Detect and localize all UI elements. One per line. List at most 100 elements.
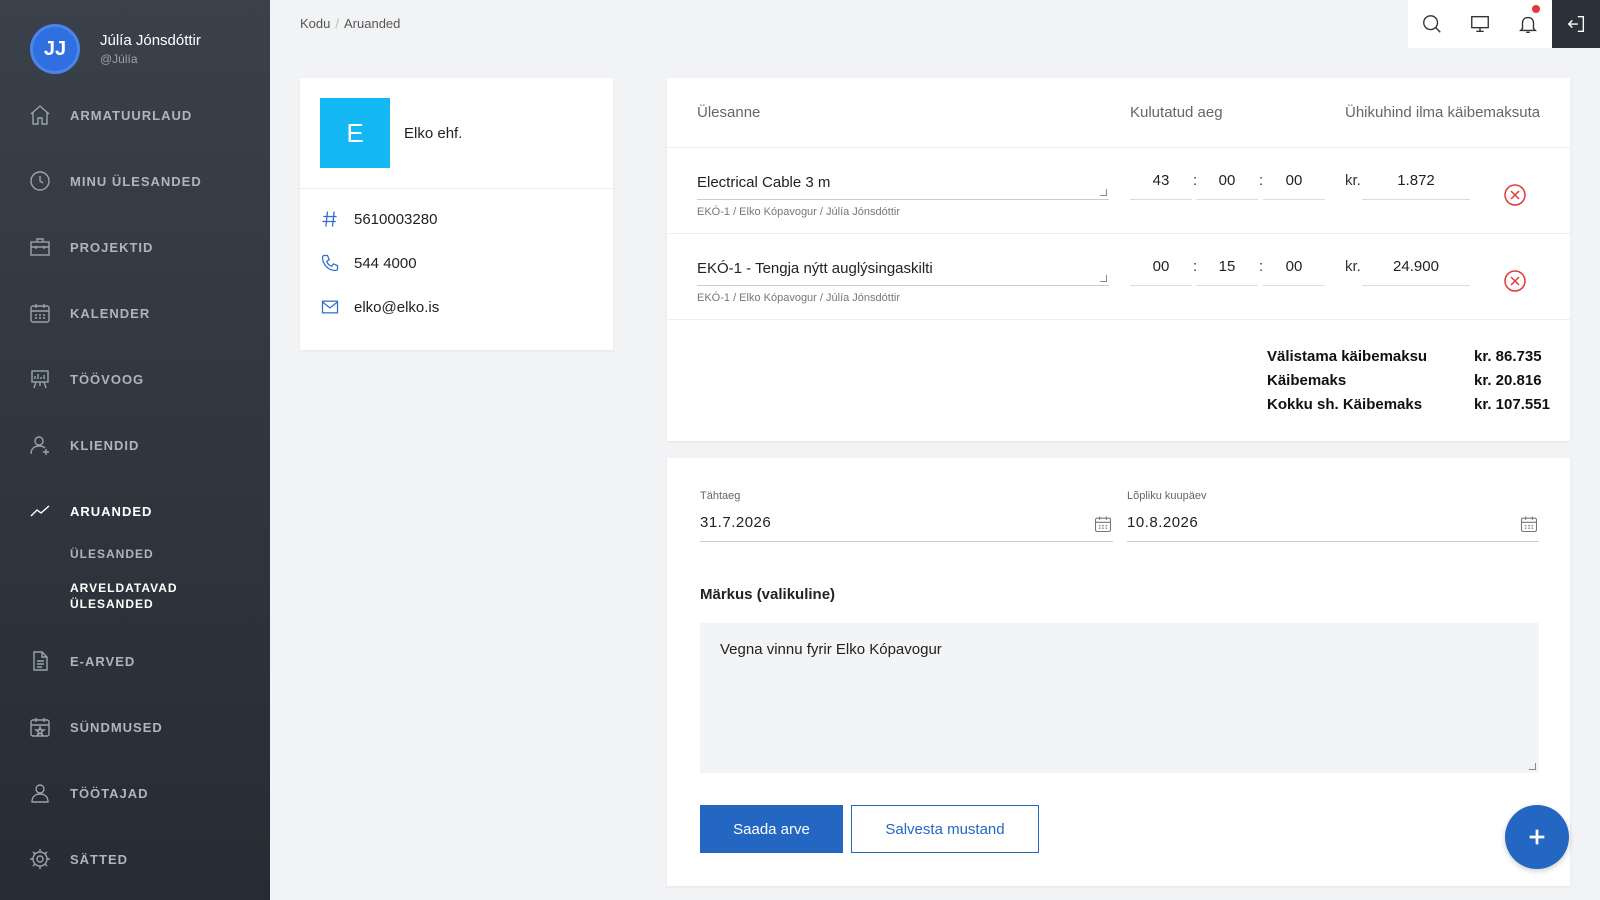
clock-icon [30,171,50,191]
breadcrumb-home[interactable]: Kodu [300,16,330,31]
gear-icon [30,849,50,869]
document-icon [33,651,48,671]
nav-subitem-tasks[interactable]: ÜLESANDED [70,546,230,562]
nav-item-reports[interactable]: ARUANDED [28,496,152,526]
minutes-input[interactable]: 15 [1196,252,1258,286]
currency-label: kr. [1345,172,1361,189]
home-icon [30,105,50,125]
nav-label: SÜNDMUSED [70,719,163,735]
header-time: Kulutatud aeg [1130,104,1223,121]
notification-dot [1532,5,1540,13]
totals-summary: Välistama käibemaksu kr. 86.735 Käibemak… [1267,348,1557,420]
price-input[interactable]: 1.872 [1362,166,1470,200]
nav-item-settings[interactable]: SÄTTED [28,844,128,874]
breadcrumb-current: Aruanded [344,16,401,31]
table-row: Electrical Cable 3 m EKÓ-1 / Elko Kópavo… [667,148,1570,234]
save-draft-button[interactable]: Salvesta mustand [851,805,1039,853]
remove-row-button[interactable] [1503,183,1527,207]
logout-icon [1567,15,1585,33]
customer-id-row: 5610003280 [300,197,613,241]
user-name: Júlía Jónsdóttir [100,32,201,49]
add-button[interactable] [1505,805,1569,869]
notes-textarea[interactable]: Vegna vinnu fyrir Elko Kópavogur [700,623,1539,773]
final-date-input[interactable]: 10.8.2026 [1127,508,1539,542]
employee-icon [31,784,49,803]
nav-item-my-tasks[interactable]: MINU ÜLESANDED [28,166,202,196]
bell-icon [1519,16,1537,33]
vat-value: kr. 20.816 [1474,372,1542,389]
calendar-icon[interactable] [1519,514,1539,534]
total-incl-vat-value: kr. 107.551 [1474,396,1550,413]
currency-label: kr. [1345,258,1361,275]
seconds-input[interactable]: 00 [1263,166,1325,200]
calendar-icon [30,304,50,323]
vat-label: Käibemaks [1267,372,1347,389]
seconds-input[interactable]: 00 [1263,252,1325,286]
total-incl-vat-label: Kokku sh. Käibemaks [1267,396,1423,413]
logout-button[interactable] [1552,0,1600,48]
task-name-input[interactable]: EKÓ-1 - Tengja nýtt auglýsingaskilti [697,254,1109,286]
send-invoice-button[interactable]: Saada arve [700,805,843,853]
total-excl-vat-value: kr. 86.735 [1474,348,1542,365]
billable-tasks-table: Ülesanne Kulutatud aeg Ühikuhind ilma kä… [667,78,1570,441]
nav-subitem-billable-tasks[interactable]: ARVELDATAVAD ÜLESANDED [70,580,230,612]
nav-label: PROJEKTID [70,239,154,255]
nav-label: ARMATUURLAUD [70,107,193,123]
user-icon [30,436,49,455]
customer-name: Elko ehf. [404,124,463,142]
user-handle: @Júlía [100,52,138,66]
phone-icon [321,254,339,272]
due-date-value: 31.7.2026 [700,514,772,531]
task-name-input[interactable]: Electrical Cable 3 m [697,168,1109,200]
hours-input[interactable]: 43 [1130,166,1192,200]
nav-label: KLIENDID [70,437,140,453]
breadcrumb-separator: / [335,16,339,31]
nav-label: ARUANDED [70,503,153,519]
nav-item-workflow[interactable]: TÖÖVOOG [28,364,144,394]
nav-label: SÄTTED [70,851,128,867]
nav-item-clients[interactable]: KLIENDID [28,430,139,460]
briefcase-icon [30,238,50,256]
nav-item-dashboard[interactable]: ARMATUURLAUD [28,100,192,130]
sidebar: JJ Júlía Jónsdóttir @Júlía ARMATUURLAUD … [0,0,270,900]
remove-row-button[interactable] [1503,269,1527,293]
nav-item-einvoices[interactable]: E-ARVED [28,646,135,676]
customer-phone-row: 544 4000 [300,241,613,285]
trend-line-icon [30,505,50,517]
header-unit-price: Ühikuhind ilma käibemaksuta [1345,104,1541,121]
minutes-input[interactable]: 00 [1196,166,1258,200]
user-profile[interactable]: JJ Júlía Jónsdóttir @Júlía [30,24,201,74]
hours-input[interactable]: 00 [1130,252,1192,286]
customer-logo: E [320,98,390,168]
calendar-star-icon [30,718,50,738]
header-task: Ülesanne [697,104,761,121]
nav-label: MINU ÜLESANDED [70,173,202,189]
due-date-input[interactable]: 31.7.2026 [700,508,1113,542]
search-button[interactable] [1408,0,1456,48]
price-input[interactable]: 24.900 [1362,252,1470,286]
task-meta: EKÓ-1 / Elko Kópavogur / Júlía Jónsdótti… [697,206,900,218]
close-circle-icon [1504,270,1526,292]
customer-phone[interactable]: 544 4000 [354,255,417,272]
nav-label: TÖÖTAJAD [70,785,149,801]
nav-item-calendar[interactable]: KALENDER [28,298,150,328]
top-toolbar [1408,0,1600,48]
display-button[interactable] [1456,0,1504,48]
breadcrumb: Kodu / Aruanded [300,16,400,31]
avatar: JJ [30,24,80,74]
nav-label: TÖÖVOOG [70,371,145,387]
notes-label: Märkus (valikuline) [700,586,836,603]
close-circle-icon [1504,184,1526,206]
nav-item-projects[interactable]: PROJEKTID [28,232,153,262]
customer-email[interactable]: elko@elko.is [354,299,439,316]
nav-item-employees[interactable]: TÖÖTAJAD [28,778,149,808]
mail-icon [321,300,339,314]
presentation-board-icon [31,370,49,389]
nav-item-events[interactable]: SÜNDMUSED [28,712,163,742]
calendar-icon[interactable] [1093,514,1113,534]
monitor-icon [1471,15,1489,33]
due-date-label: Tähtaeg [700,490,741,502]
plus-icon [1529,829,1545,845]
table-row: EKÓ-1 - Tengja nýtt auglýsingaskilti EKÓ… [667,234,1570,320]
notifications-button[interactable] [1504,0,1552,48]
